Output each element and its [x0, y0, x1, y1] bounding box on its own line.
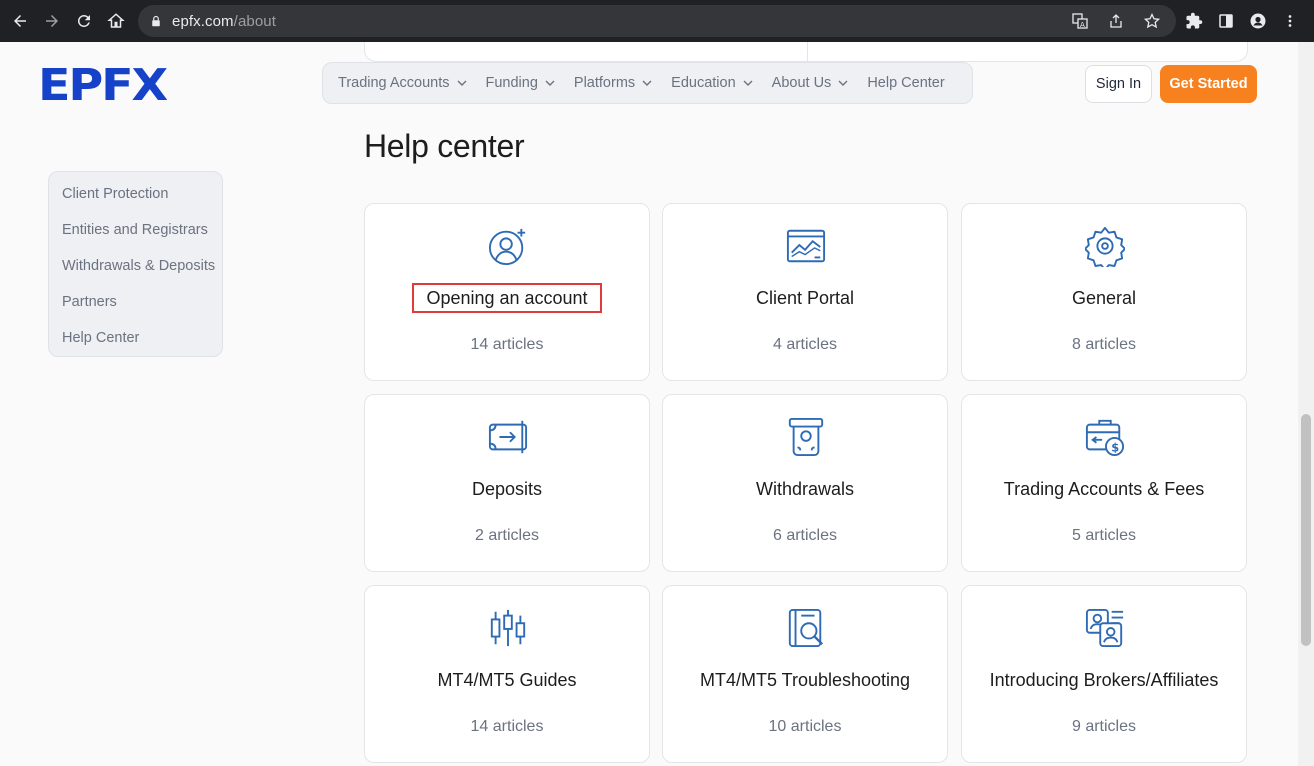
cash-out-icon	[786, 417, 826, 457]
sidebar-item-entities-registrars[interactable]: Entities and Registrars	[49, 212, 222, 248]
candlestick-icon	[488, 608, 528, 648]
chevron-down-icon	[641, 77, 653, 89]
nav-funding[interactable]: Funding	[486, 75, 556, 91]
nav-trading-accounts[interactable]: Trading Accounts	[338, 75, 468, 91]
kebab-menu-icon[interactable]	[1274, 5, 1306, 37]
wallet-in-icon	[488, 417, 528, 457]
card-title: MT4/MT5 Guides	[437, 670, 577, 690]
help-card-opening-account[interactable]: Opening an account 14 articles	[364, 203, 650, 381]
page-scrollbar[interactable]	[1298, 42, 1314, 766]
nav-label: About Us	[771, 75, 832, 91]
card-article-count: 8 articles	[1071, 336, 1137, 353]
profile-avatar-icon[interactable]	[1242, 5, 1274, 37]
card-title: MT4/MT5 Troubleshooting	[699, 670, 911, 690]
sidebar: Client Protection Entities and Registrar…	[48, 171, 223, 357]
reload-icon[interactable]	[68, 5, 100, 37]
url-domain: epfx.com	[172, 12, 234, 30]
help-card-introducing-brokers[interactable]: Introducing Brokers/Affiliates 9 article…	[961, 585, 1247, 763]
nav-label: Education	[671, 75, 736, 91]
sidebar-item-help-center[interactable]: Help Center	[49, 320, 222, 356]
chevron-down-icon	[837, 77, 849, 89]
help-card-deposits[interactable]: Deposits 2 articles	[364, 394, 650, 572]
card-article-count: 10 articles	[768, 718, 842, 735]
people-card-icon	[1085, 608, 1125, 648]
card-article-count: 9 articles	[1071, 718, 1137, 735]
lock-icon[interactable]	[148, 13, 164, 29]
chevron-down-icon	[544, 77, 556, 89]
chevron-down-icon	[742, 77, 754, 89]
nav-label: Trading Accounts	[338, 75, 450, 91]
nav-platforms[interactable]: Platforms	[574, 75, 653, 91]
nav-label: Platforms	[573, 75, 636, 91]
briefcase-money-icon: $	[1085, 417, 1125, 457]
logo-text: EPFX	[38, 66, 168, 102]
browser-toolbar: epfx.com/about A	[0, 0, 1314, 42]
help-card-withdrawals[interactable]: Withdrawals 6 articles	[662, 394, 948, 572]
help-card-mt4-mt5-guides[interactable]: MT4/MT5 Guides 14 articles	[364, 585, 650, 763]
sign-in-button[interactable]: Sign In	[1085, 65, 1152, 103]
epfx-logo[interactable]: EPFX	[38, 60, 170, 111]
top-card-strip	[364, 42, 1248, 62]
help-card-general[interactable]: General 8 articles	[961, 203, 1247, 381]
share-icon[interactable]	[1100, 5, 1132, 37]
scrollbar-thumb[interactable]	[1301, 414, 1311, 646]
user-add-icon	[488, 226, 528, 266]
help-card-client-portal[interactable]: Client Portal 4 articles	[662, 203, 948, 381]
card-title: Trading Accounts & Fees	[1003, 479, 1205, 499]
card-article-count: 14 articles	[470, 336, 544, 353]
card-title: General	[1071, 288, 1137, 308]
card-title: Deposits	[471, 479, 543, 499]
card-title: Introducing Brokers/Affiliates	[989, 670, 1219, 690]
extensions-icon[interactable]	[1178, 5, 1210, 37]
sidebar-item-client-protection[interactable]: Client Protection	[49, 176, 222, 212]
card-title: Client Portal	[755, 288, 855, 308]
card-article-count: 2 articles	[474, 527, 540, 544]
card-article-count: 14 articles	[470, 718, 544, 735]
card-title: Withdrawals	[755, 479, 855, 499]
forward-icon[interactable]	[36, 5, 68, 37]
get-started-button[interactable]: Get Started	[1160, 65, 1257, 103]
nav-label: Help Center	[867, 75, 945, 91]
page-title: Help center	[364, 128, 525, 164]
card-title-text: Opening an account	[412, 283, 602, 313]
sidebar-item-withdrawals-deposits[interactable]: Withdrawals & Deposits	[49, 248, 222, 284]
translate-icon[interactable]: A	[1064, 5, 1096, 37]
main-nav: Trading Accounts Funding Platforms Educa…	[322, 62, 973, 104]
home-icon[interactable]	[100, 5, 132, 37]
chevron-down-icon	[456, 77, 468, 89]
url-text: epfx.com/about	[172, 13, 276, 30]
address-bar[interactable]: epfx.com/about A	[138, 5, 1176, 37]
help-card-mt4-mt5-troubleshooting[interactable]: MT4/MT5 Troubleshooting 10 articles	[662, 585, 948, 763]
page-content: EPFX Trading Accounts Funding Platforms …	[0, 42, 1298, 766]
nav-help-center[interactable]: Help Center	[867, 75, 944, 91]
gear-icon	[1085, 226, 1125, 267]
nav-label: Funding	[485, 75, 538, 91]
strip-divider	[807, 42, 808, 62]
card-title: Opening an account	[365, 283, 649, 313]
side-panel-icon[interactable]	[1210, 5, 1242, 37]
nav-education[interactable]: Education	[671, 75, 754, 91]
chart-window-icon	[786, 226, 826, 266]
svg-text:A: A	[1080, 21, 1085, 29]
help-card-trading-accounts-fees[interactable]: $ Trading Accounts & Fees 5 articles	[961, 394, 1247, 572]
card-article-count: 4 articles	[772, 336, 838, 353]
card-article-count: 6 articles	[772, 527, 838, 544]
url-path: /about	[233, 12, 276, 30]
card-article-count: 5 articles	[1071, 527, 1137, 544]
back-icon[interactable]	[4, 5, 36, 37]
svg-text:$: $	[1111, 440, 1119, 454]
sidebar-item-partners[interactable]: Partners	[49, 284, 222, 320]
bookmark-star-icon[interactable]	[1136, 5, 1168, 37]
nav-about-us[interactable]: About Us	[772, 75, 850, 91]
book-search-icon	[786, 608, 826, 648]
